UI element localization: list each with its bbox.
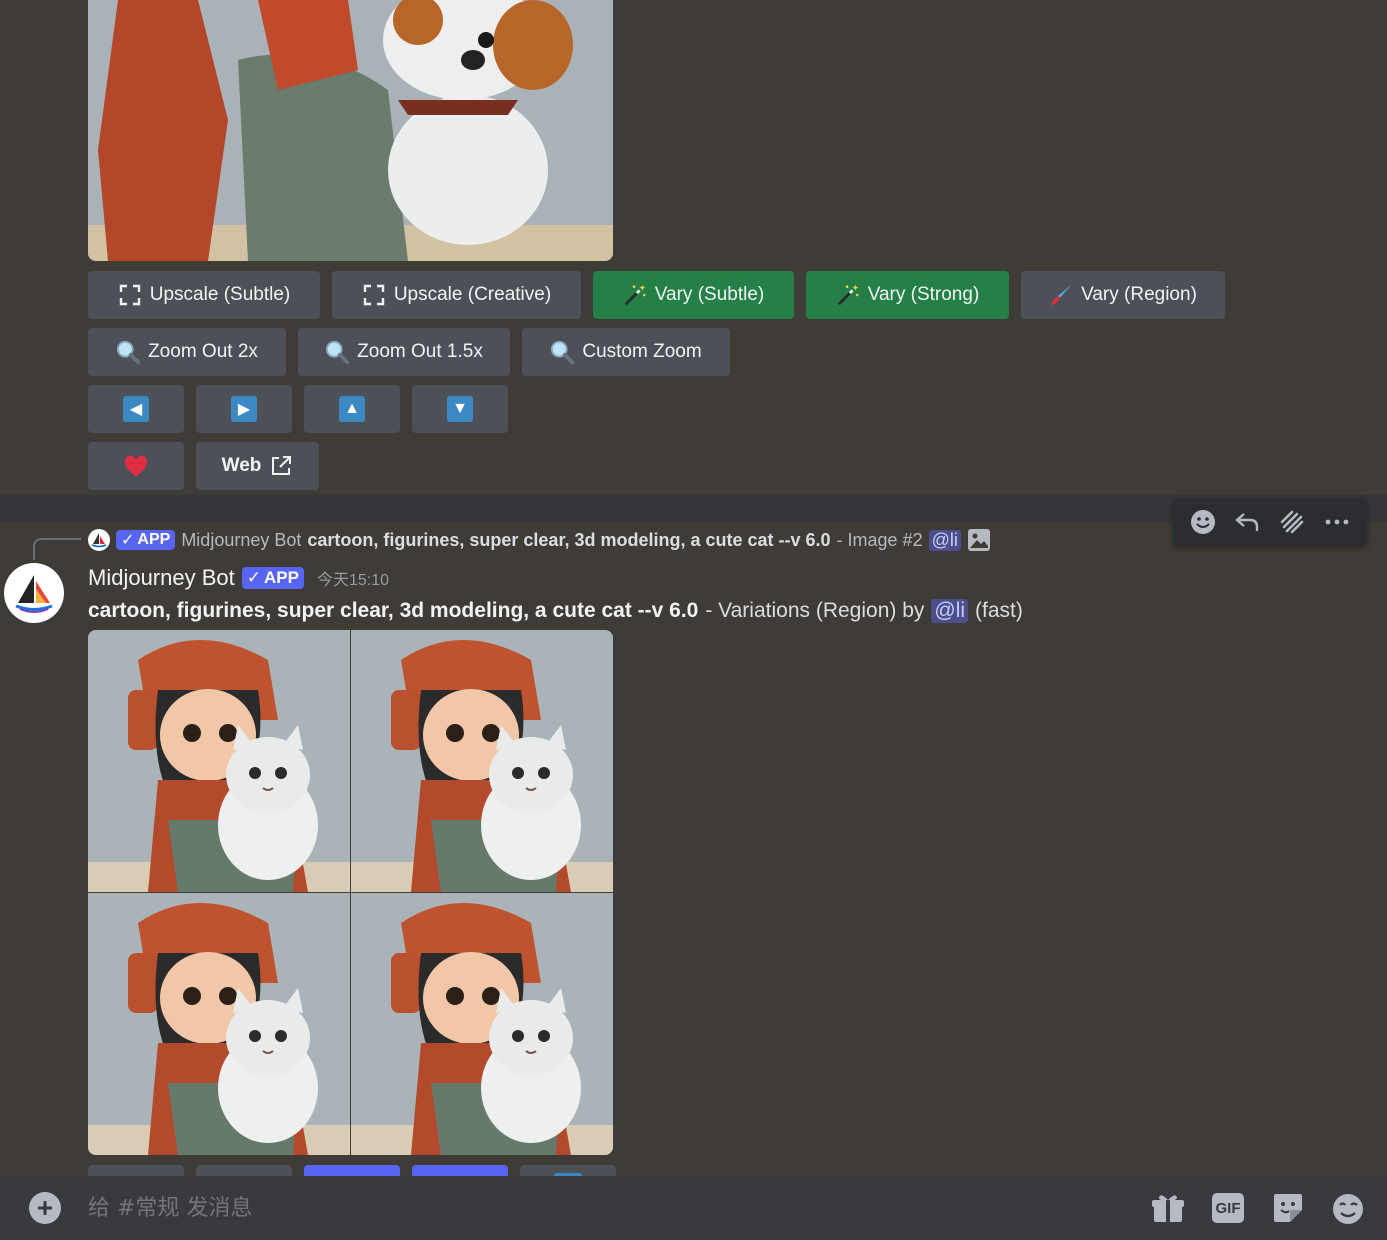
message-content: cartoon, figurines, super clear, 3d mode… (88, 596, 1023, 626)
avatar[interactable] (4, 563, 64, 623)
gif-label: GIF (1215, 1199, 1241, 1217)
user-mention[interactable]: @li (931, 599, 969, 623)
midjourney-sailboat-icon (15, 575, 53, 613)
pan-left-button[interactable]: ◀ (88, 385, 184, 433)
pan-right-button[interactable]: ▶ (196, 385, 292, 433)
sailboat-icon (91, 533, 107, 548)
author-name[interactable]: Midjourney Bot (88, 565, 235, 591)
zoom-out-2x-label: Zoom Out 2x (148, 341, 258, 362)
speed-text: (fast) (975, 599, 1023, 622)
upscale-subtle-button[interactable]: Upscale (Subtle) (88, 271, 320, 319)
favorite-button[interactable] (88, 442, 184, 490)
image-attachment-icon (967, 528, 991, 552)
reply-preview[interactable]: ✓ APP Midjourney Bot cartoon, figurines, … (88, 527, 991, 553)
vary-region-button[interactable]: Vary (Region) (1021, 271, 1225, 319)
add-reaction-icon[interactable] (1185, 504, 1221, 540)
create-thread-icon[interactable] (1274, 504, 1310, 540)
message-header: Midjourney Bot ✓ APP 今天15:10 (88, 563, 389, 593)
magnifier-icon (116, 340, 141, 364)
arrow-left-icon: ◀ (123, 396, 149, 422)
girl-with-dog-image (88, 0, 613, 261)
vary-strong-button[interactable]: Vary (Strong) (806, 271, 1009, 319)
arrow-right-icon: ▶ (231, 396, 257, 422)
custom-zoom-label: Custom Zoom (582, 341, 702, 362)
pan-up-button[interactable]: ▲ (304, 385, 400, 433)
message-input[interactable] (88, 1190, 1118, 1226)
gif-picker-button[interactable]: GIF (1212, 1193, 1244, 1223)
app-badge: ✓ APP (116, 530, 176, 550)
message-hover-toolbar (1173, 498, 1367, 546)
custom-zoom-button[interactable]: Custom Zoom (522, 328, 730, 376)
reply-avatar (88, 529, 110, 551)
girl-with-cat-grid-image (88, 630, 613, 1155)
upscale-creative-button[interactable]: Upscale (Creative) (332, 271, 581, 319)
reply-suffix: - Image #2 (836, 529, 923, 550)
vary-subtle-label: Vary (Subtle) (654, 284, 765, 305)
magnifier-icon (325, 340, 350, 364)
web-label: Web (221, 455, 262, 476)
zoom-out-1-5x-button[interactable]: Zoom Out 1.5x (298, 328, 510, 376)
upload-plus-icon[interactable] (29, 1192, 61, 1224)
reply-mention[interactable]: @li (928, 529, 961, 551)
arrow-up-icon: ▲ (339, 396, 365, 422)
upscale-icon (118, 283, 142, 307)
heart-icon (124, 454, 148, 478)
gift-icon[interactable] (1151, 1192, 1185, 1224)
variations-text: - Variations (Region) by (705, 599, 925, 622)
external-link-icon (269, 454, 293, 478)
upscale-icon (362, 283, 386, 307)
more-options-icon[interactable] (1319, 504, 1355, 540)
message-composer: GIF (0, 1176, 1387, 1240)
reply-icon[interactable] (1230, 504, 1266, 540)
sticker-icon[interactable] (1271, 1192, 1305, 1224)
check-icon: ✓ (121, 532, 135, 549)
reply-prompt: cartoon, figurines, super clear, 3d mode… (307, 529, 831, 550)
check-icon: ✓ (246, 568, 261, 587)
upscale-creative-label: Upscale (Creative) (393, 284, 552, 305)
prompt-text: cartoon, figurines, super clear, 3d mode… (88, 599, 699, 622)
zoom-out-2x-button[interactable]: Zoom Out 2x (88, 328, 286, 376)
arrow-down-icon: ▼ (447, 396, 473, 422)
zoom-out-1-5x-label: Zoom Out 1.5x (357, 341, 483, 362)
magic-wand-icon (623, 283, 647, 307)
reply-author: Midjourney Bot (181, 529, 302, 550)
app-badge: ✓ APP (241, 567, 304, 589)
web-link-button[interactable]: Web (196, 442, 319, 490)
magnifier-icon (550, 340, 575, 364)
magic-wand-icon (836, 283, 860, 307)
vary-subtle-button[interactable]: Vary (Subtle) (593, 271, 794, 319)
variations-image-grid[interactable] (88, 630, 613, 1155)
paintbrush-icon (1049, 283, 1073, 307)
emoji-picker-icon[interactable] (1331, 1192, 1365, 1226)
reply-spine (33, 538, 81, 560)
vary-region-label: Vary (Region) (1081, 284, 1197, 305)
timestamp: 今天15:10 (316, 572, 390, 589)
vary-strong-label: Vary (Strong) (867, 284, 980, 305)
pan-down-button[interactable]: ▼ (412, 385, 508, 433)
previous-image[interactable] (88, 0, 613, 261)
upscale-subtle-label: Upscale (Subtle) (149, 284, 291, 305)
